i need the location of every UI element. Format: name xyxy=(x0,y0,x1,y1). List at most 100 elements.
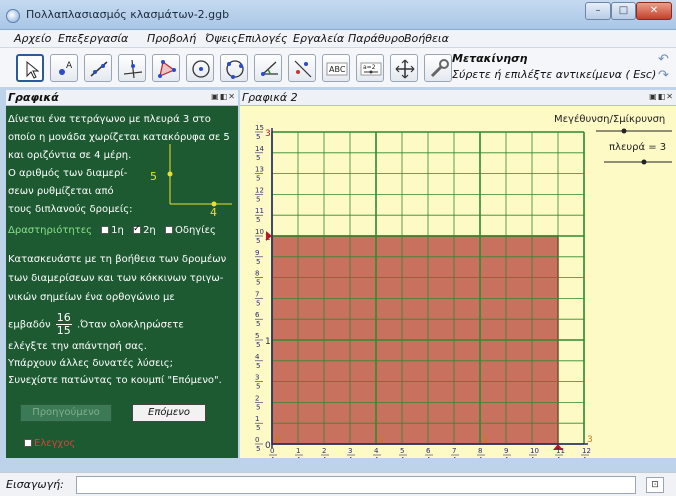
y-tick-numerator: 1 xyxy=(255,415,259,423)
horizontal-slider-value: 4 xyxy=(210,206,217,219)
x-tick-denominator: 4 xyxy=(452,456,457,458)
arrow-icon xyxy=(26,60,40,79)
line-tool-button[interactable] xyxy=(84,54,112,82)
menu-file[interactable]: Αρχείο xyxy=(14,32,51,45)
menu-edit[interactable]: Επεξεργασία xyxy=(58,32,128,45)
point-tool-button[interactable]: A xyxy=(50,54,78,82)
task2-line-3: Συνεχίστε πατώντας το κουμπί "Επόμενο". xyxy=(8,375,222,386)
previous-button[interactable]: Προηγούμενο xyxy=(20,404,112,422)
circle-tool-button[interactable] xyxy=(186,54,214,82)
y-tick-denominator: 5 xyxy=(256,279,260,287)
area-fraction: 16 15 xyxy=(55,312,72,337)
y-tick-numerator: 9 xyxy=(255,249,259,257)
y-tick-denominator: 5 xyxy=(256,175,260,183)
slider-icon: a=2 xyxy=(360,62,382,76)
intro-line-3: και οριζόντια σε 4 μέρη. xyxy=(8,150,132,161)
minimize-button[interactable]: – xyxy=(585,2,611,20)
x-tick-numerator: 3 xyxy=(348,447,352,455)
conic-tool-button[interactable] xyxy=(220,54,248,82)
window-title: Πολλαπλασιασμός κλασμάτων-2.ggb xyxy=(26,8,230,21)
vertical-slider-handle[interactable] xyxy=(167,171,173,177)
perpendicular-tool-button[interactable] xyxy=(118,54,146,82)
y-tick-numerator: 14 xyxy=(255,145,264,153)
x-tick-numerator: 10 xyxy=(530,447,539,455)
redo-icon[interactable]: ↷ xyxy=(658,68,669,83)
close-button[interactable]: ✕ xyxy=(636,2,672,20)
y-tick-denominator: 5 xyxy=(256,154,260,162)
title-bar: Πολλαπλασιασμός κλασμάτων-2.ggb – □ ✕ xyxy=(0,0,676,30)
y-tick-numerator: 13 xyxy=(255,166,264,174)
x-int-label: 1 xyxy=(379,435,385,445)
angle-tool-button[interactable] xyxy=(254,54,282,82)
x-tick-denominator: 4 xyxy=(322,456,327,458)
x-tick-numerator: 2 xyxy=(322,447,326,455)
panel-window-controls[interactable]: ▣◧✕ xyxy=(211,92,236,101)
graphics-panel-title: Γραφικά xyxy=(8,91,59,104)
y-tick-denominator: 5 xyxy=(256,237,260,245)
activities-row: Δραστηριότητες 1η 2η Οδηγίες xyxy=(8,223,216,237)
y-tick-numerator: 4 xyxy=(255,353,260,361)
text-tool-label: ABC xyxy=(329,65,346,74)
intro-line-4: Ο αριθμός των διαμερί- xyxy=(8,168,128,179)
menu-help[interactable]: Βοήθεια xyxy=(404,32,449,45)
check-label: Ελεγχος xyxy=(34,438,76,449)
conic-icon xyxy=(226,60,244,79)
x-tick-denominator: 4 xyxy=(530,456,535,458)
x-tick-denominator: 4 xyxy=(426,456,431,458)
vertical-slider-value: 5 xyxy=(150,170,157,183)
y-tick-denominator: 5 xyxy=(256,403,260,411)
menu-options[interactable]: Επιλογές xyxy=(238,32,287,45)
menu-tools[interactable]: Εργαλεία xyxy=(293,32,344,45)
fraction-denominator: 15 xyxy=(56,324,71,337)
y-tick-denominator: 5 xyxy=(256,258,260,266)
properties-tool-button[interactable] xyxy=(424,54,452,82)
y-tick-denominator: 5 xyxy=(256,320,260,328)
reflect-tool-button[interactable] xyxy=(288,54,316,82)
y-int-label: 1 xyxy=(265,337,271,347)
menu-perspectives[interactable]: Όψεις xyxy=(205,32,238,45)
x-tick-denominator: 4 xyxy=(270,456,275,458)
x-int-label: 0 xyxy=(275,435,281,445)
move-view-tool-button[interactable] xyxy=(390,54,418,82)
input-help-button[interactable]: ⊡ xyxy=(646,477,664,493)
input-field[interactable] xyxy=(76,476,636,494)
task2-line-1: ελέγξτε την απάντησή σας. xyxy=(8,341,147,352)
guide-checkbox[interactable] xyxy=(164,226,173,234)
panel2-window-controls[interactable]: ▣◧✕ xyxy=(649,92,674,101)
y-int-label: 3 xyxy=(265,129,271,139)
intro-line-5: σεων ρυθμίζεται από xyxy=(8,186,114,197)
x-tick-denominator: 4 xyxy=(582,456,587,458)
activity2-checkbox[interactable] xyxy=(133,223,142,236)
menu-window[interactable]: Παράθυρο xyxy=(348,32,405,45)
perpendicular-icon xyxy=(123,59,143,79)
maximize-button[interactable]: □ xyxy=(611,2,636,20)
polygon-tool-button[interactable] xyxy=(152,54,180,82)
y-tick-numerator: 3 xyxy=(255,374,259,382)
move-tool-button[interactable] xyxy=(16,54,44,82)
activity1-label: 1η xyxy=(111,225,124,236)
x-tick-numerator: 11 xyxy=(556,447,565,455)
next-button[interactable]: Επόμενο xyxy=(132,404,206,422)
undo-icon[interactable]: ↶ xyxy=(658,52,669,67)
x-tick-denominator: 4 xyxy=(400,456,405,458)
angle-icon xyxy=(261,61,278,76)
x-tick-numerator: 9 xyxy=(504,447,508,455)
slider-tool-button[interactable]: a=2 xyxy=(356,54,384,82)
grid-canvas[interactable]: 1551451351251151059585756555453525150532… xyxy=(240,106,676,464)
menu-view[interactable]: Προβολή xyxy=(147,32,196,45)
guide-label: Οδηγίες xyxy=(174,225,216,236)
y-int-label: 2 xyxy=(265,233,271,243)
x-tick-numerator: 1 xyxy=(296,447,300,455)
check-row: Ελεγχος xyxy=(24,438,75,449)
text-tool-button[interactable]: ABC xyxy=(322,54,350,82)
activity1-checkbox[interactable] xyxy=(101,226,110,234)
zoom-label: Μεγέθυνση/Σμίκρυνση xyxy=(554,113,665,125)
x-int-label: 3 xyxy=(587,435,593,445)
check-checkbox[interactable] xyxy=(24,439,32,447)
x-tick-numerator: 8 xyxy=(478,447,482,455)
side-slider-handle xyxy=(641,159,647,165)
x-tick-numerator: 4 xyxy=(374,447,379,455)
text-icon: ABC xyxy=(326,62,348,76)
x-tick-numerator: 6 xyxy=(426,447,431,455)
graphics-panel-header: Γραφικά ▣◧✕ xyxy=(6,90,238,106)
